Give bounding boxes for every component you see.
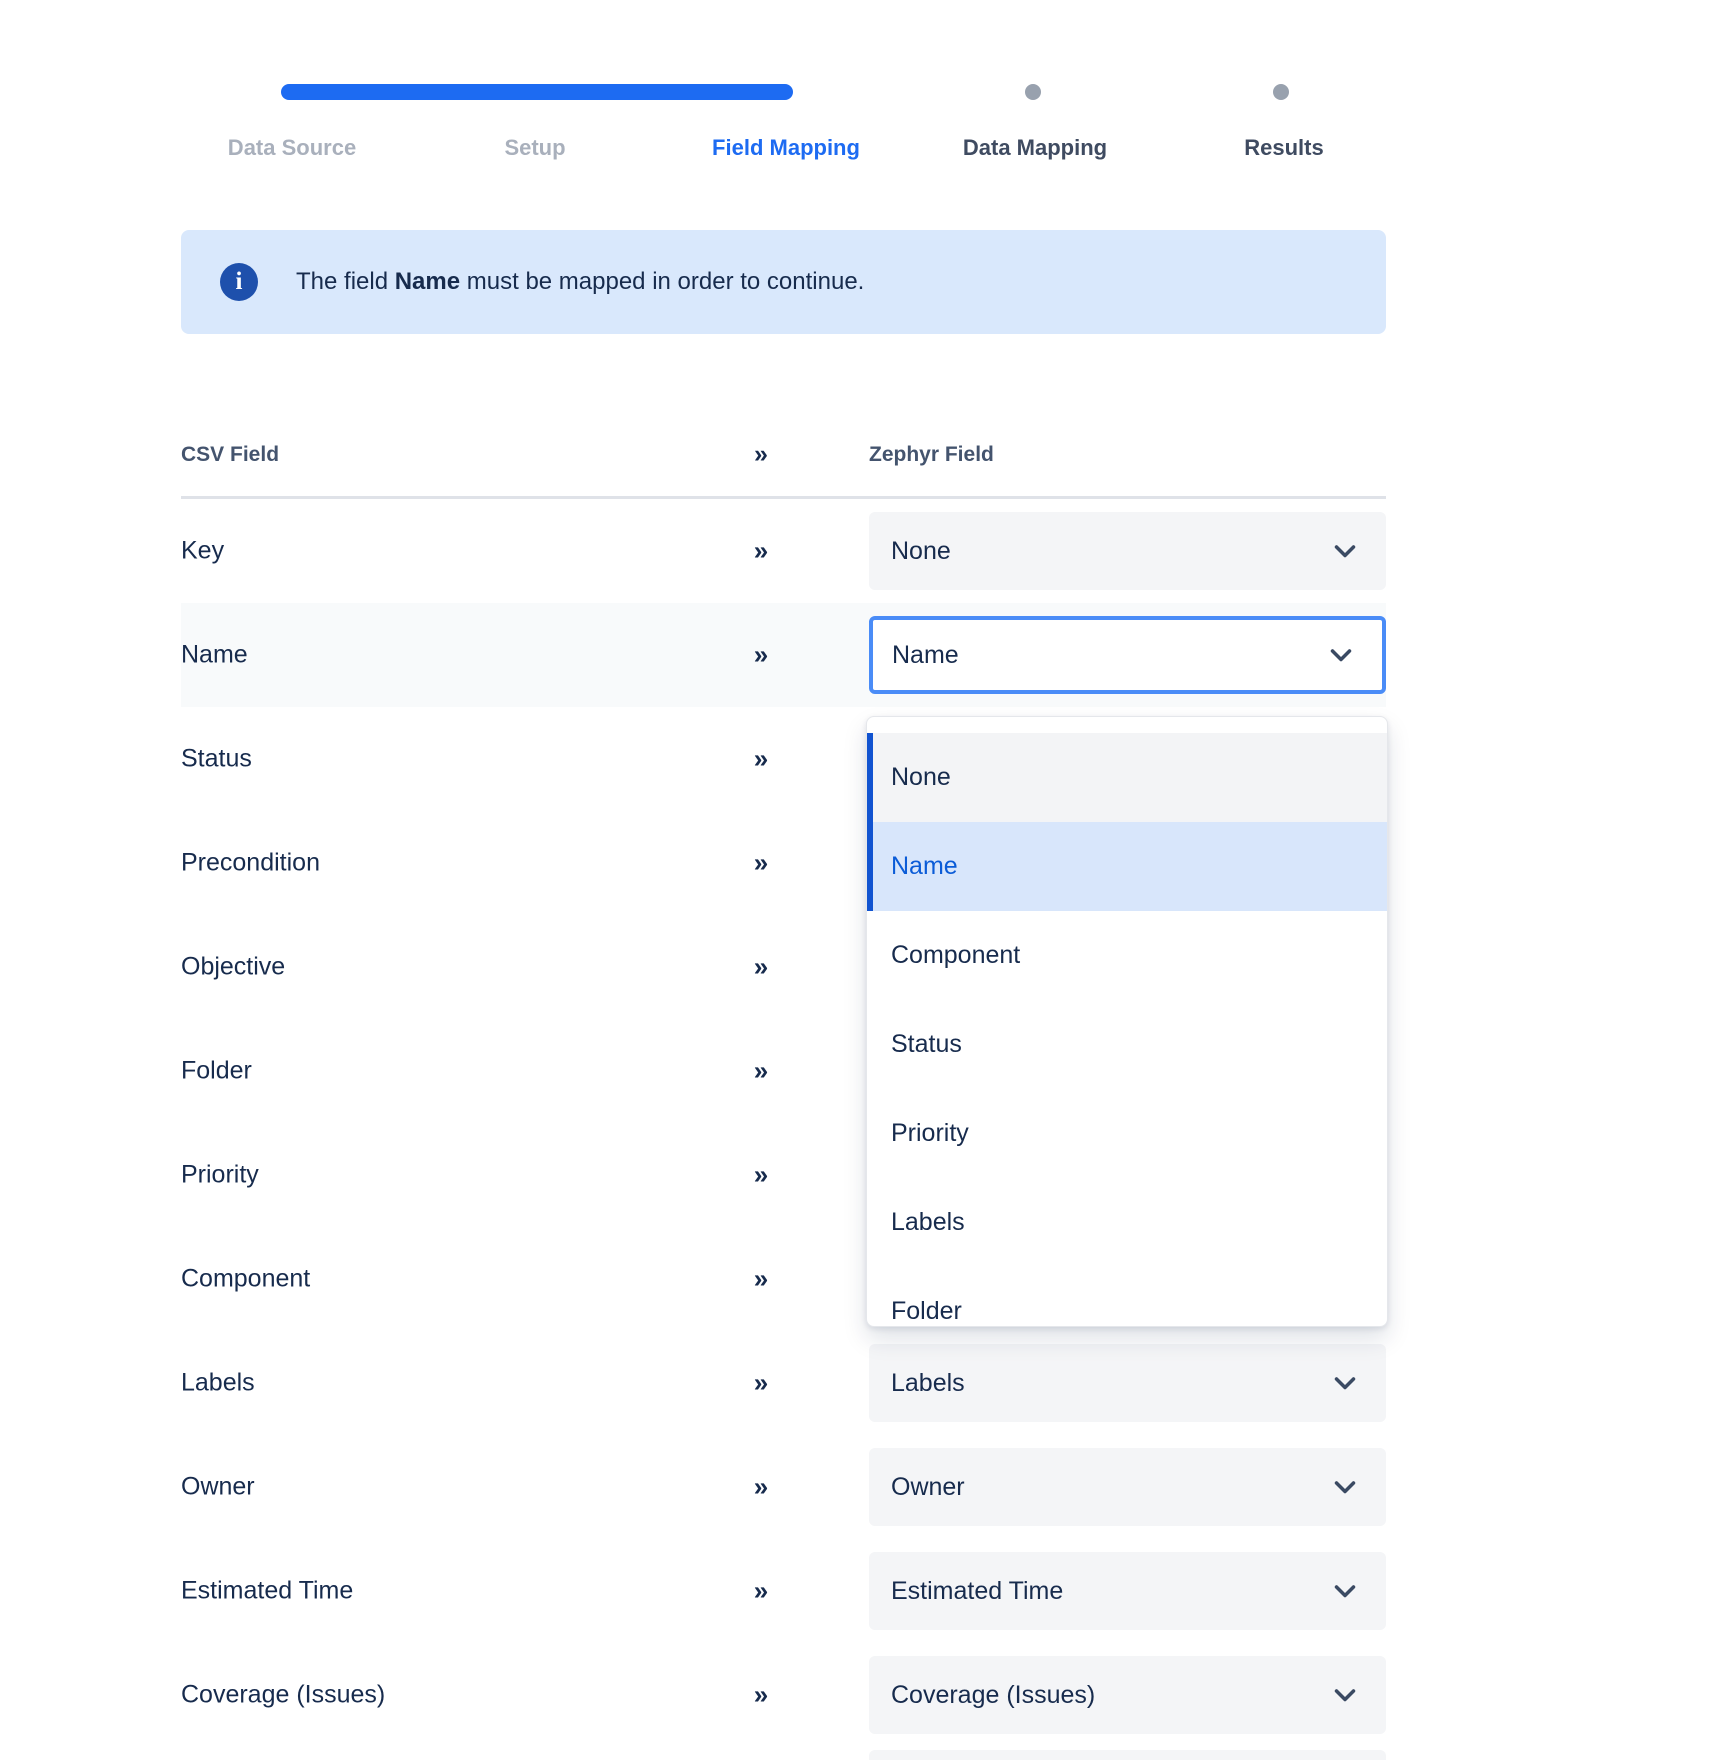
csv-field-label: Component (181, 1265, 310, 1294)
select-value: None (891, 537, 951, 566)
step-results[interactable]: Results (1244, 135, 1323, 161)
dropdown-option-folder[interactable]: Folder (867, 1267, 1387, 1327)
table-row-labels: Labels » Labels (181, 1331, 1386, 1435)
dropdown-option-labels[interactable]: Labels (867, 1178, 1387, 1267)
csv-field-label: Objective (181, 953, 285, 982)
mapping-arrow-icon: » (754, 536, 766, 567)
alert-text: The field Name must be mapped in order t… (296, 230, 864, 334)
select-value: Owner (891, 1473, 965, 1502)
select-value: Coverage (Issues) (891, 1681, 1095, 1710)
step-dot-results (1273, 84, 1289, 100)
mapping-arrow-icon: » (754, 1576, 766, 1607)
step-data-mapping[interactable]: Data Mapping (963, 135, 1107, 161)
chevron-down-icon (1334, 1369, 1356, 1398)
chevron-down-icon (1334, 537, 1356, 566)
csv-field-label: Precondition (181, 849, 320, 878)
zephyr-field-select-owner[interactable]: Owner (869, 1448, 1386, 1526)
step-field-mapping[interactable]: Field Mapping (712, 135, 860, 161)
dropdown-option-name[interactable]: Name (867, 822, 1387, 911)
chevron-down-icon (1334, 1473, 1356, 1502)
csv-field-label: Labels (181, 1369, 255, 1398)
zephyr-field-select-labels[interactable]: Labels (869, 1344, 1386, 1422)
csv-field-label: Priority (181, 1161, 259, 1190)
mapping-arrow-icon: » (754, 744, 766, 775)
select-value: Name (892, 641, 959, 670)
csv-field-label: Owner (181, 1473, 255, 1502)
chevron-down-icon (1334, 1681, 1356, 1710)
zephyr-field-select-key[interactable]: None (869, 512, 1386, 590)
csv-field-label: Estimated Time (181, 1577, 353, 1606)
info-icon: i (220, 263, 258, 301)
table-row-name: Name » Name (181, 603, 1386, 707)
alert-text-suffix: must be mapped in order to continue. (460, 268, 864, 296)
mapping-arrow-icon: » (754, 640, 766, 671)
mapping-arrow-icon: » (754, 1680, 766, 1711)
mapping-dropdown: None Name Component Status Priority Labe… (866, 716, 1388, 1327)
progress-bar (281, 84, 793, 100)
csv-field-label: Folder (181, 1057, 252, 1086)
table-row-coverage: Coverage (Issues) » Coverage (Issues) (181, 1643, 1386, 1747)
mapping-arrow-icon: » (754, 440, 766, 469)
csv-field-label: Key (181, 537, 224, 566)
info-alert: i The field Name must be mapped in order… (181, 230, 1386, 334)
field-mapping-page: Data Source Setup Field Mapping Data Map… (0, 0, 1716, 1760)
step-setup[interactable]: Setup (504, 135, 565, 161)
alert-field-name: Name (395, 268, 460, 296)
mapping-arrow-icon: » (754, 1160, 766, 1191)
zephyr-field-select-coverage[interactable]: Coverage (Issues) (869, 1656, 1386, 1734)
mapping-arrow-icon: » (754, 1368, 766, 1399)
mapping-arrow-icon: » (754, 1056, 766, 1087)
mapping-arrow-icon: » (754, 1472, 766, 1503)
dropdown-option-priority[interactable]: Priority (867, 1089, 1387, 1178)
mapping-arrow-icon: » (754, 1264, 766, 1295)
select-value: Estimated Time (891, 1577, 1063, 1606)
dropdown-option-none[interactable]: None (867, 733, 1387, 822)
step-data-source[interactable]: Data Source (228, 135, 356, 161)
zephyr-field-select-name[interactable]: Name (869, 616, 1386, 694)
table-row-owner: Owner » Owner (181, 1435, 1386, 1539)
table-row-key: Key » None (181, 499, 1386, 603)
chevron-down-icon (1330, 641, 1352, 670)
next-row-select-partial[interactable] (869, 1750, 1386, 1760)
dropdown-option-status[interactable]: Status (867, 1000, 1387, 1089)
alert-text-prefix: The field (296, 268, 395, 296)
mapping-arrow-icon: » (754, 952, 766, 983)
csv-field-label: Coverage (Issues) (181, 1681, 385, 1710)
dropdown-option-component[interactable]: Component (867, 911, 1387, 1000)
zephyr-field-select-estimated-time[interactable]: Estimated Time (869, 1552, 1386, 1630)
mapping-arrow-icon: » (754, 848, 766, 879)
table-row-estimated-time: Estimated Time » Estimated Time (181, 1539, 1386, 1643)
step-dot-data-mapping (1025, 84, 1041, 100)
csv-field-label: Status (181, 745, 252, 774)
csv-field-header: CSV Field (181, 443, 279, 467)
select-value: Labels (891, 1369, 965, 1398)
zephyr-field-header: Zephyr Field (869, 443, 994, 467)
chevron-down-icon (1334, 1577, 1356, 1606)
csv-field-label: Name (181, 641, 248, 670)
